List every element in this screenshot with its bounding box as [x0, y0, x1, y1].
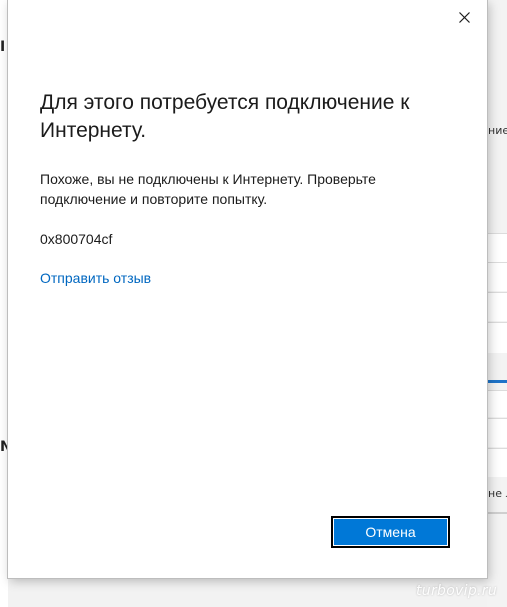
send-feedback-link[interactable]: Отправить отзыв: [40, 268, 151, 288]
close-icon: [458, 11, 470, 23]
background-divider: [487, 512, 507, 514]
background-list-item: [487, 233, 507, 262]
dialog-title: Для этого потребуется подключение к Инте…: [40, 91, 410, 142]
background-list-item: [487, 262, 507, 291]
background-text-fragment: I: [0, 39, 6, 55]
error-code: 0x800704cf: [40, 231, 113, 247]
cancel-button[interactable]: Отмена: [331, 516, 450, 548]
watermark: turbovip.ru: [415, 583, 497, 599]
background-text-fragment: не л: [488, 487, 507, 500]
background-list-item: [487, 418, 507, 447]
background-list-item: [487, 390, 507, 417]
background-accent-bar: [487, 380, 507, 383]
background-left-edge: [0, 0, 8, 607]
screen: I N ние не л Для этого потребуется подкл…: [0, 0, 507, 607]
background-list-item: [487, 292, 507, 321]
background-text-fragment: ние: [488, 124, 507, 137]
dialog-message: Похоже, вы не подключены к Интернету. Пр…: [40, 171, 376, 207]
close-button[interactable]: [453, 6, 475, 28]
internet-required-dialog: Для этого потребуется подключение к Инте…: [8, 0, 487, 578]
background-list-item: [487, 322, 507, 353]
background-list-item: [487, 448, 507, 477]
